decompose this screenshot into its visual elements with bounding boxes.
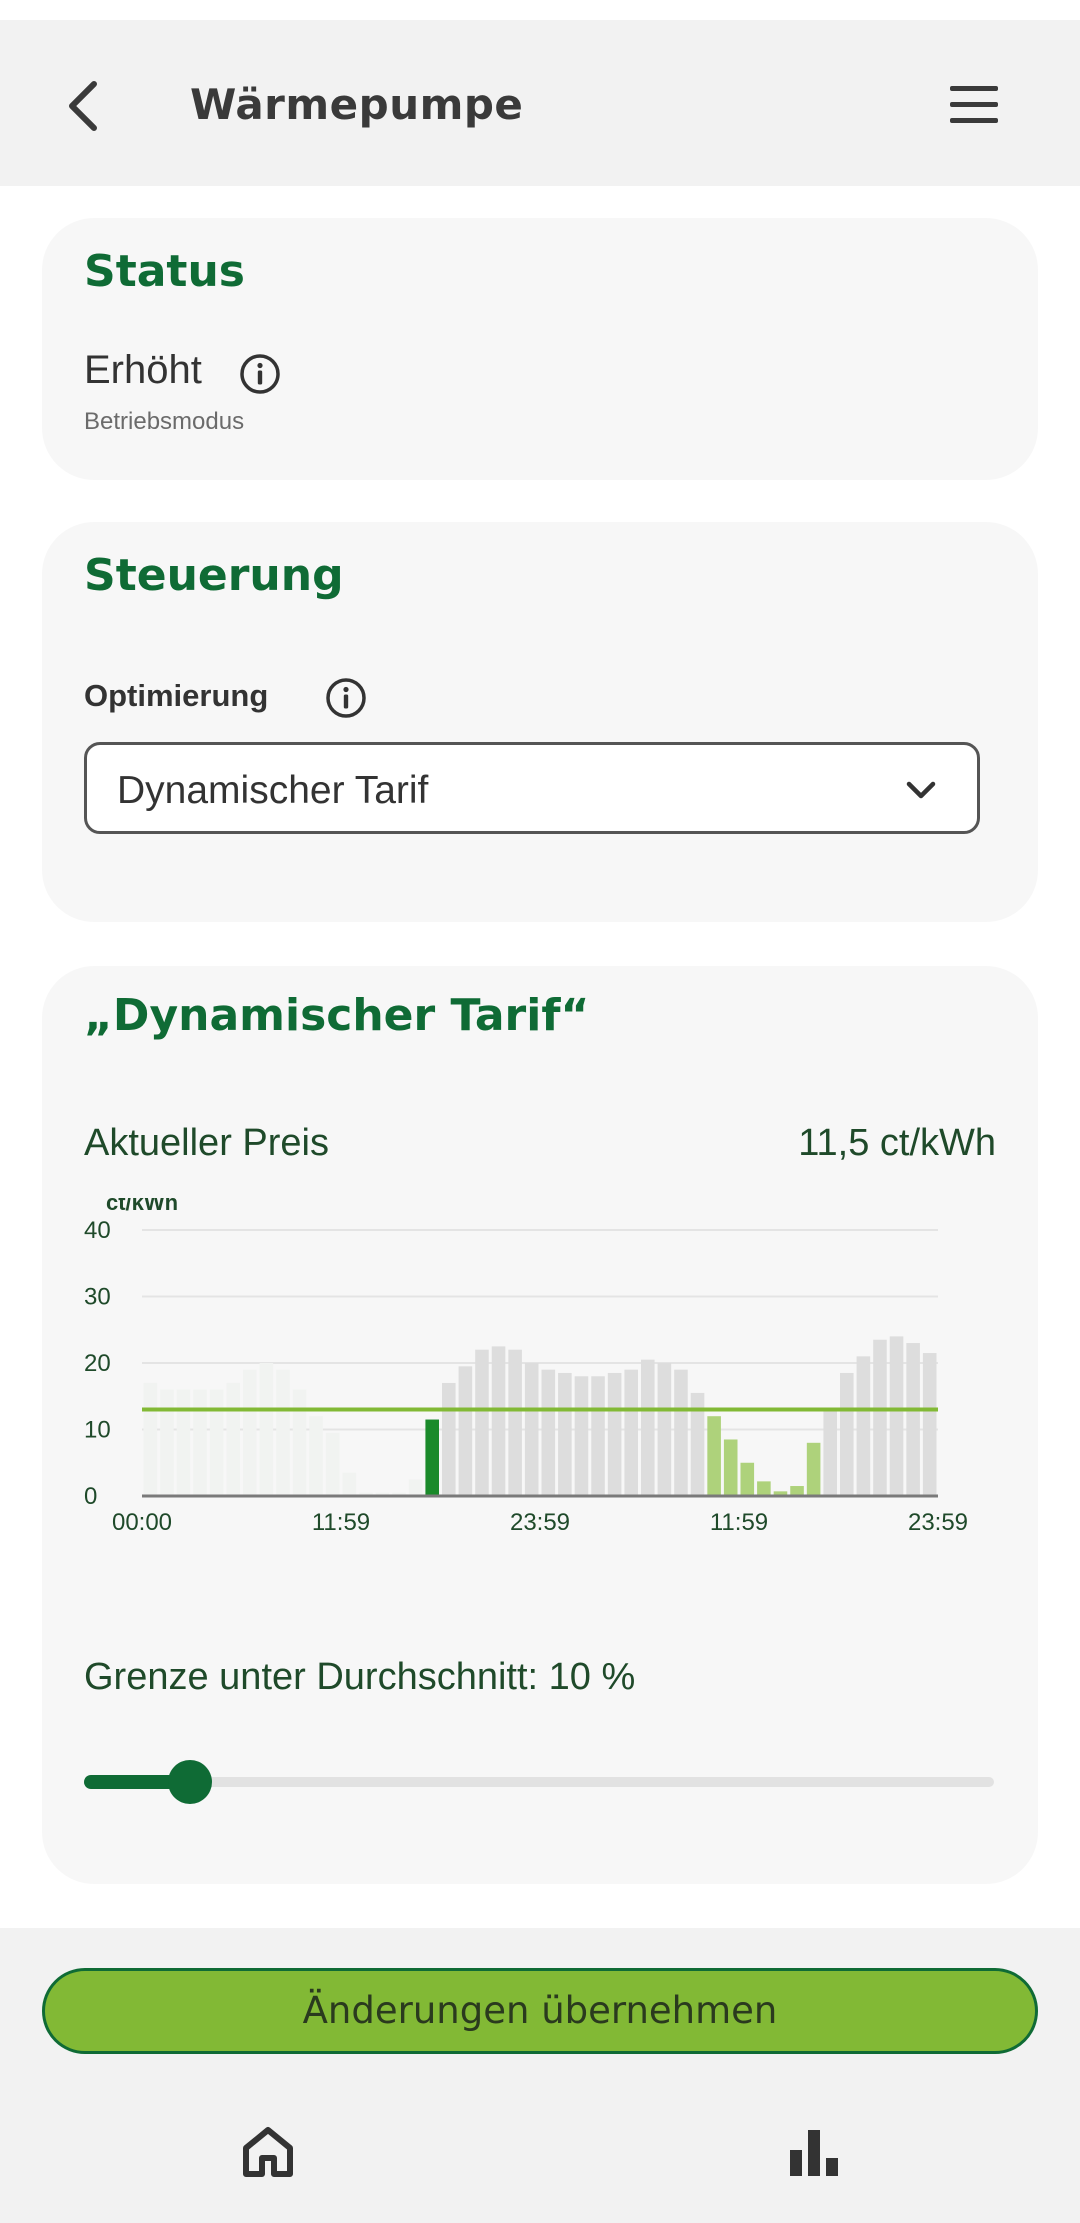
- price-bar: [607, 1372, 622, 1496]
- price-bar: [806, 1442, 821, 1496]
- price-bar: [723, 1439, 738, 1496]
- price-bar: [856, 1356, 871, 1496]
- price-bar: [226, 1382, 240, 1496]
- x-tick-label: 11:59: [710, 1509, 768, 1536]
- dynamic-tariff-card: „Dynamischer Tarif“ Aktueller Preis 11,5…: [42, 966, 1038, 1884]
- price-bar: [475, 1349, 489, 1496]
- steuerung-card: Steuerung Optimierung Dynamischer Tarif: [42, 522, 1038, 922]
- dynamic-tariff-heading: „Dynamischer Tarif“: [84, 990, 590, 1041]
- price-bar: [906, 1343, 920, 1496]
- back-chevron-left-icon[interactable]: [58, 78, 114, 134]
- price-bar: [823, 1409, 837, 1496]
- apply-changes-button[interactable]: Änderungen übernehmen: [42, 1968, 1038, 2054]
- price-bar: [325, 1432, 340, 1496]
- price-bar: [292, 1389, 307, 1496]
- slider-thumb[interactable]: [168, 1760, 212, 1804]
- app-bar: Wärmepumpe: [0, 20, 1080, 186]
- optimization-select[interactable]: Dynamischer Tarif: [84, 742, 980, 834]
- price-bar: [524, 1363, 539, 1496]
- price-bar: [889, 1336, 904, 1496]
- price-bar: [674, 1369, 688, 1496]
- y-tick-label: 10: [84, 1417, 111, 1444]
- price-bar: [458, 1366, 473, 1496]
- price-bar: [657, 1363, 672, 1496]
- status-card: Status Erhöht Betriebsmodus: [42, 218, 1038, 480]
- price-bar: [873, 1339, 887, 1496]
- optimization-selected-value: Dynamischer Tarif: [117, 769, 429, 812]
- slider-track: [84, 1777, 994, 1787]
- price-bar: [541, 1369, 556, 1496]
- price-bar: [922, 1353, 937, 1496]
- hamburger-icon[interactable]: [944, 78, 1004, 132]
- bottom-area: Änderungen übernehmen: [0, 1928, 1080, 2223]
- info-icon[interactable]: [238, 352, 282, 396]
- x-tick-label: 11:59: [312, 1509, 370, 1536]
- info-icon[interactable]: [324, 676, 368, 720]
- price-bar: [160, 1389, 174, 1496]
- price-bar: [757, 1481, 771, 1496]
- x-tick-label: 23:59: [510, 1509, 570, 1536]
- price-bar: [176, 1389, 191, 1496]
- y-tick-label: 40: [84, 1217, 111, 1244]
- y-tick-label: 0: [84, 1483, 97, 1510]
- status-sub-label: Betriebsmodus: [84, 408, 245, 435]
- y-axis-unit-label: ct/kWh: [106, 1198, 178, 1215]
- price-chart: ct/kWh 0 10 20 30 40 00:00 11:59 23:59 11:59 23:59: [84, 1198, 968, 1536]
- limit-slider[interactable]: [84, 1758, 994, 1808]
- price-bar: [408, 1479, 423, 1496]
- price-bar: [491, 1346, 506, 1496]
- bar-chart-icon[interactable]: [786, 2124, 842, 2180]
- y-tick-label: 20: [84, 1350, 111, 1377]
- price-bar: [342, 1472, 357, 1496]
- y-tick-label: 30: [84, 1284, 111, 1311]
- price-bar: [209, 1389, 224, 1496]
- price-bar: [508, 1349, 522, 1496]
- price-bar: [259, 1363, 274, 1496]
- x-tick-label: 00:00: [112, 1509, 172, 1536]
- status-value: Erhöht: [84, 348, 202, 392]
- chevron-down-icon: [906, 781, 936, 799]
- price-bar: [574, 1376, 589, 1496]
- page-title: Wärmepumpe: [190, 80, 524, 129]
- price-bar: [276, 1369, 290, 1496]
- price-bar: [840, 1372, 854, 1496]
- price-bar: [143, 1382, 158, 1496]
- home-icon[interactable]: [240, 2124, 296, 2180]
- price-bar: [591, 1376, 605, 1496]
- price-bar: [309, 1416, 323, 1496]
- limit-label: Grenze unter Durchschnitt: 10 %: [84, 1656, 636, 1698]
- price-bar: [740, 1462, 755, 1496]
- price-bar: [193, 1389, 207, 1496]
- current-price-value: 11,5 ct/kWh: [798, 1122, 996, 1164]
- current-price-label: Aktueller Preis: [84, 1122, 329, 1164]
- status-heading: Status: [84, 246, 245, 297]
- steuerung-heading: Steuerung: [84, 550, 344, 601]
- price-bar: [641, 1359, 655, 1496]
- status-bar: [0, 0, 1080, 20]
- x-tick-label: 23:59: [908, 1509, 968, 1536]
- price-bar: [425, 1419, 439, 1496]
- price-bar: [442, 1382, 456, 1496]
- price-bar: [558, 1372, 572, 1496]
- optimization-label: Optimierung: [84, 678, 269, 713]
- price-bar: [624, 1369, 638, 1496]
- price-bar: [243, 1369, 257, 1496]
- price-bar: [707, 1416, 721, 1496]
